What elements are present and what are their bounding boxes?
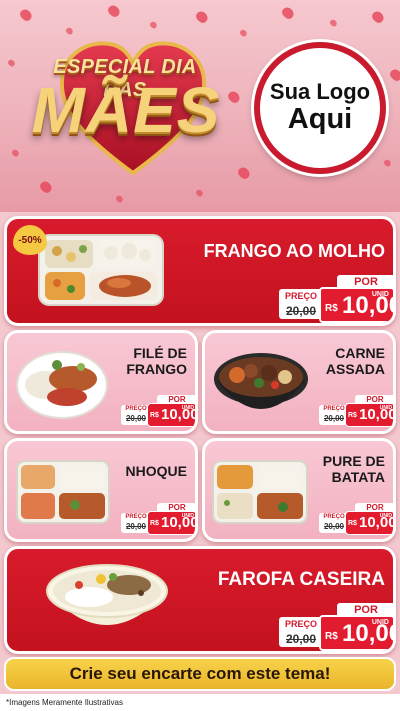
food-plate-image — [16, 351, 108, 419]
petal-decoration — [370, 9, 386, 25]
petal-decoration — [64, 26, 75, 36]
price-tag: POR PREÇO 20,00 R$ 10,00 UNID — [121, 395, 195, 429]
unit-label: UNID — [379, 405, 392, 411]
logo-line-2: Aqui — [287, 103, 353, 136]
currency-symbol: R$ — [348, 412, 357, 419]
unit-label: UNID — [379, 513, 392, 519]
disclaimer-text: *Imagens Meramente Ilustrativas — [0, 694, 400, 711]
banner-title: MÃES — [31, 74, 221, 146]
new-price-box: R$ 10,00 UNID — [345, 403, 393, 427]
petal-decoration — [236, 165, 252, 181]
currency-symbol: R$ — [325, 303, 338, 314]
logo-placeholder[interactable]: Sua Logo Aqui — [254, 42, 386, 174]
old-price-box: PREÇO 20,00 — [279, 617, 323, 647]
preco-label: PREÇO — [284, 291, 317, 301]
product-card-pure-de-batata[interactable]: PURE DE BATATA POR PREÇO 20,00 R$ 10,00 … — [202, 438, 396, 542]
price-tag: POR PREÇO 20,00 R$ 10,00 UNID — [319, 503, 393, 537]
new-price-box: R$ 10,00 UNID — [319, 615, 393, 651]
new-price-box: R$ 10,00 UNID — [319, 287, 393, 323]
product-card-carne-assada[interactable]: CARNE ASSADA POR PREÇO 20,00 R$ 10,00 UN… — [202, 330, 396, 434]
price-tag: POR PREÇO 20,00 R$ 10,00 UNID — [279, 603, 393, 651]
currency-symbol: R$ — [150, 520, 159, 527]
product-card-file-de-frango[interactable]: FILÉ DE FRANGO POR PREÇO 20,00 R$ 10,00 … — [4, 330, 198, 434]
currency-symbol: R$ — [150, 412, 159, 419]
petal-decoration — [18, 7, 34, 23]
petal-decoration — [388, 67, 400, 83]
new-price-box: R$ 10,00 UNID — [345, 511, 393, 535]
petal-decoration — [194, 9, 210, 25]
new-price-box: R$ 10,00 UNID — [147, 511, 195, 535]
product-name: CARNE ASSADA — [325, 345, 385, 378]
food-tray-image — [212, 460, 308, 524]
petal-decoration — [6, 58, 17, 68]
food-bowl-image — [214, 353, 308, 409]
price-tag: POR PREÇO 20,00 R$ 10,00 UNID — [121, 503, 195, 537]
petal-decoration — [148, 20, 159, 30]
unit-label: UNID — [371, 619, 389, 626]
petal-decoration — [114, 194, 125, 204]
product-name: FRANGO AO MOLHO — [203, 241, 385, 261]
header-banner: ESPECIAL DIA DAS MÃES Sua Logo Aqui — [0, 0, 400, 212]
preco-label: PREÇO — [284, 619, 317, 629]
unit-label: UNID — [181, 513, 194, 519]
petal-decoration — [194, 188, 205, 198]
product-card-farofa-caseira[interactable]: FAROFA CASEIRA POR PREÇO 20,00 R$ 10,00 … — [4, 546, 396, 654]
petal-decoration — [238, 28, 249, 38]
product-card-frango-ao-molho[interactable]: -50% FRANGO AO MOLHO POR PREÇO 20,00 R$ … — [4, 216, 396, 326]
food-bowl-image — [46, 564, 168, 625]
price-tag: POR PREÇO 20,00 R$ 10,00 UNID — [279, 275, 393, 323]
petal-decoration — [38, 179, 54, 195]
product-name: FILÉ DE FRANGO — [126, 345, 187, 378]
food-tray-image — [38, 234, 164, 306]
unit-label: UNID — [181, 405, 194, 411]
new-price-box: R$ 10,00 UNID — [147, 403, 195, 427]
petal-decoration — [382, 158, 393, 168]
old-price: 20,00 — [285, 632, 317, 646]
product-name: NHOQUE — [125, 463, 187, 479]
petal-decoration — [10, 148, 21, 158]
currency-symbol: R$ — [348, 520, 357, 527]
unit-label: UNID — [371, 291, 389, 298]
product-name: FAROFA CASEIRA — [217, 569, 385, 590]
petal-decoration — [106, 3, 122, 19]
product-name: PURE DE BATATA — [322, 453, 385, 486]
petal-decoration — [280, 5, 296, 21]
logo-line-1: Sua Logo — [269, 78, 371, 104]
old-price: 20,00 — [285, 304, 317, 318]
currency-symbol: R$ — [325, 631, 338, 642]
petal-decoration — [328, 18, 339, 28]
cta-banner[interactable]: Crie seu encarte com este tema! — [4, 657, 396, 691]
price-tag: POR PREÇO 20,00 R$ 10,00 UNID — [319, 395, 393, 429]
old-price-box: PREÇO 20,00 — [279, 289, 323, 319]
discount-badge: -50% — [13, 225, 47, 255]
product-card-nhoque[interactable]: NHOQUE POR PREÇO 20,00 R$ 10,00 UNID — [4, 438, 198, 542]
